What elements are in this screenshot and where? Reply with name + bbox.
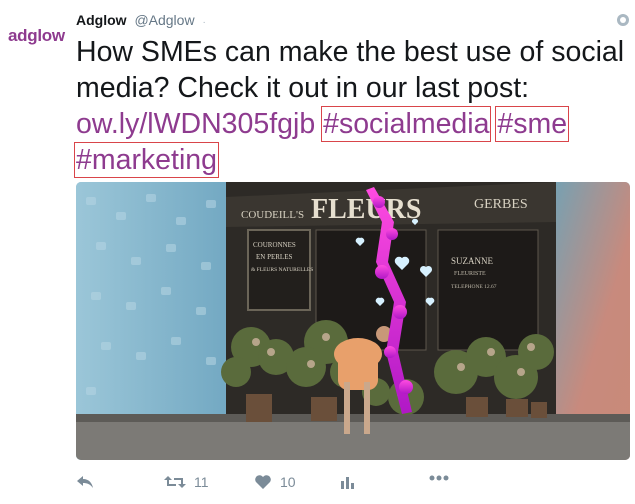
author-handle[interactable]: @Adglow: [134, 12, 194, 28]
board-line-1: COURONNES: [253, 241, 296, 249]
globe-icon: [617, 14, 629, 26]
tweet: adglow Adglow @Adglow · How SMEs can mak…: [0, 0, 635, 504]
tweet-text-main: How SMEs can make the best use of social…: [76, 36, 625, 104]
shop-sub: FLEURISTE: [454, 271, 486, 277]
analytics-icon: [339, 474, 355, 490]
tweet-text: How SMEs can make the best use of social…: [74, 34, 631, 178]
board-line-3: & FLEURS NATURELLES: [251, 267, 313, 273]
reply-icon: [76, 474, 94, 490]
shop-phone: TELEPHONE 12.67: [451, 284, 497, 290]
like-button[interactable]: 10: [254, 474, 296, 490]
tweet-actions: 11 10: [76, 474, 630, 496]
avatar[interactable]: adglow: [8, 26, 65, 46]
retweet-icon: [164, 474, 186, 490]
board-line-2: EN PERLES: [256, 253, 292, 261]
separator: ·: [202, 17, 206, 28]
analytics-button[interactable]: [339, 474, 355, 490]
left-sign: COUDEILL'S: [241, 209, 304, 221]
hashtag-socialmedia[interactable]: #socialmedia: [321, 106, 492, 142]
hashtag-sme[interactable]: #sme: [495, 106, 570, 142]
shop-name: SUZANNE: [451, 256, 494, 266]
tweet-header: Adglow @Adglow ·: [76, 12, 206, 28]
tweet-link[interactable]: ow.ly/lWDN305fgjb: [76, 108, 315, 140]
more-button[interactable]: [428, 474, 450, 482]
like-count: 10: [280, 474, 296, 490]
hashtag-marketing[interactable]: #marketing: [74, 142, 219, 178]
shop-sign: FLEURS: [311, 194, 421, 225]
like-icon: [254, 474, 272, 490]
tweet-media-image[interactable]: COUDEILL'S FLEURS GERBES COURONNES EN PE…: [76, 182, 630, 460]
author-name[interactable]: Adglow: [76, 12, 127, 28]
retweet-count: 11: [194, 474, 209, 490]
retweet-button[interactable]: 11: [164, 474, 209, 490]
more-icon: [428, 474, 450, 482]
reply-button[interactable]: [76, 474, 94, 490]
florist-shop-illustration: COUDEILL'S FLEURS GERBES COURONNES EN PE…: [76, 182, 630, 460]
right-sign: GERBES: [474, 197, 528, 212]
